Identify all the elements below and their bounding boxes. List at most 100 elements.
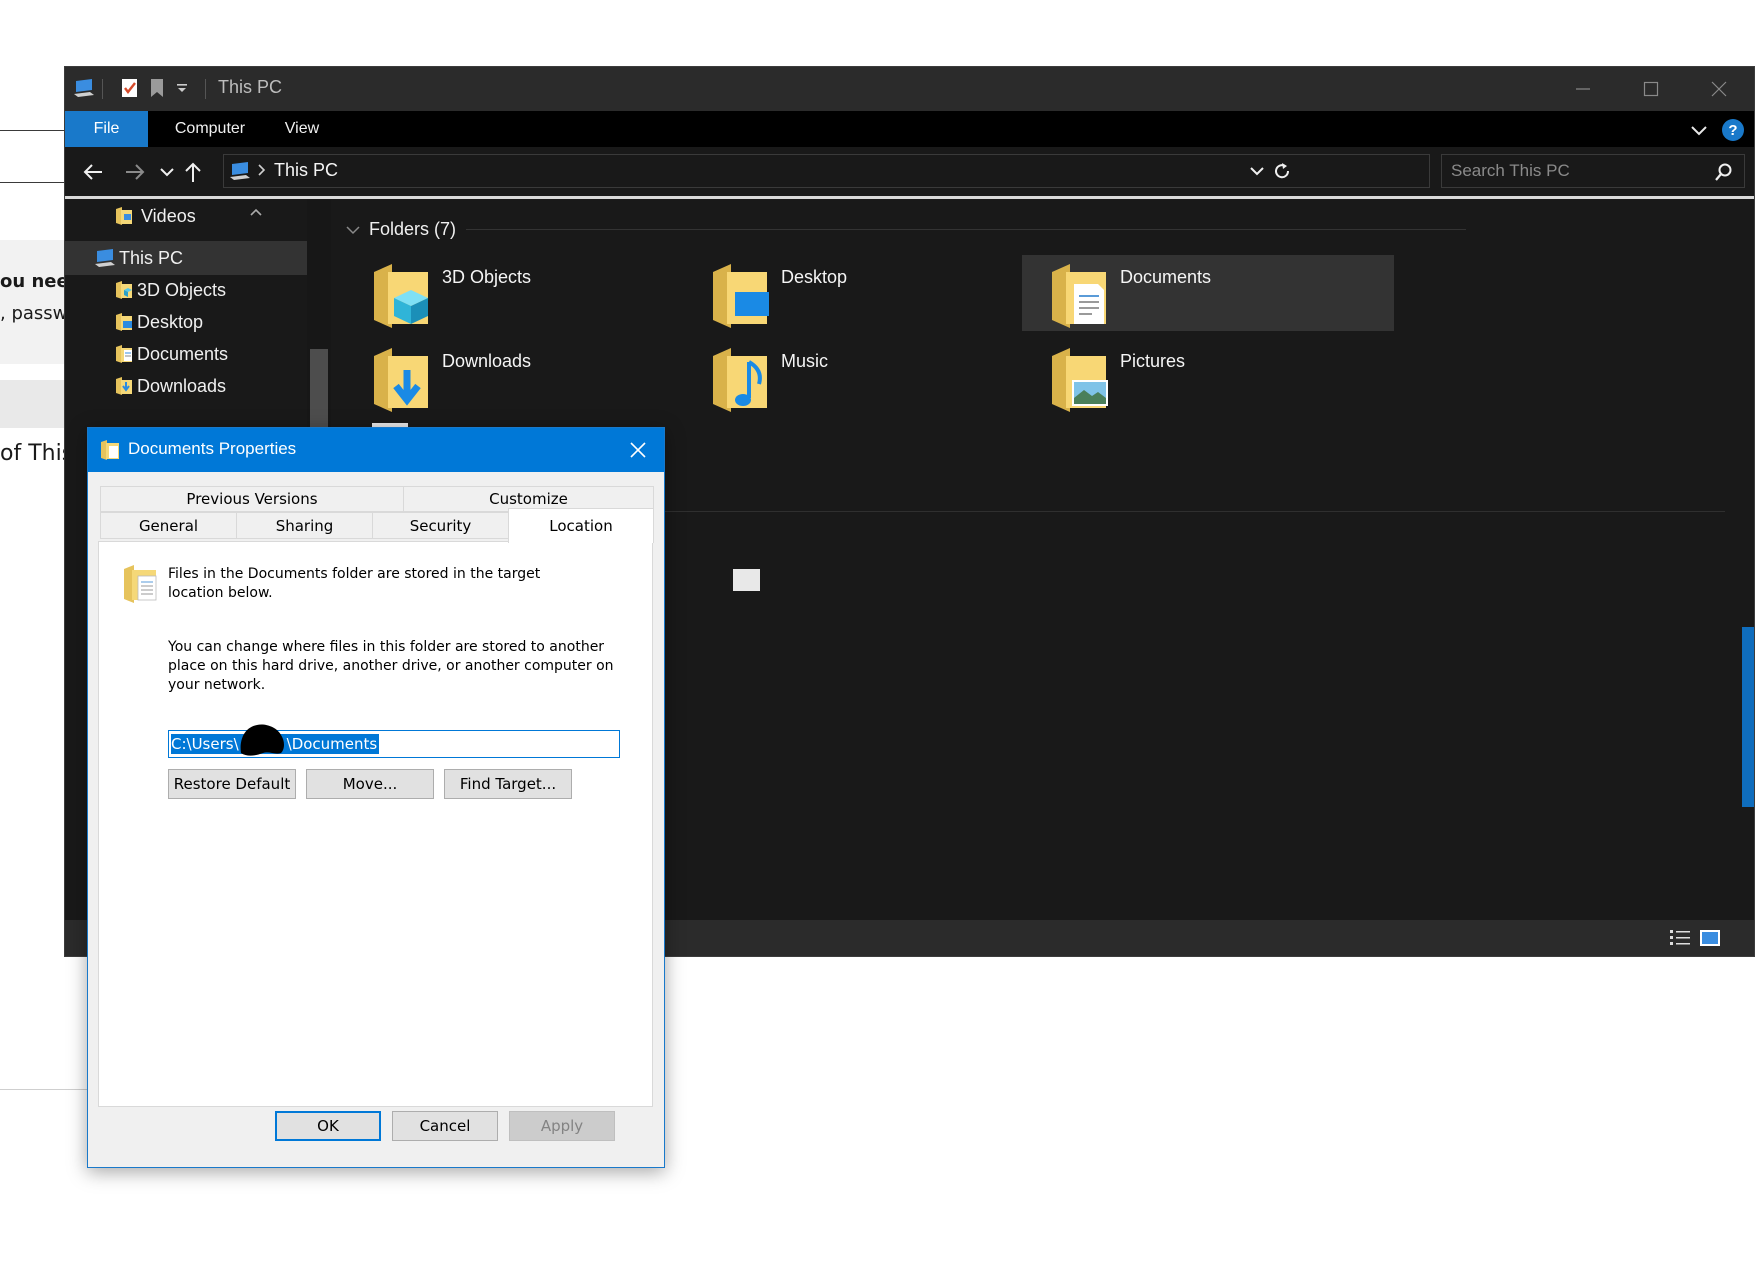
sidebar-item-videos[interactable]: Videos [65, 199, 323, 233]
tab-file[interactable]: File [65, 111, 148, 147]
sidebar-item-3d-objects[interactable]: 3D Objects [65, 273, 323, 307]
customize-toolbar-icon[interactable] [169, 75, 195, 101]
large-icons-view-button[interactable] [1699, 928, 1721, 953]
ribbon: File Computer View ? [65, 111, 1754, 147]
up-button[interactable] [179, 159, 207, 185]
find-target-button[interactable]: Find Target... [444, 769, 572, 799]
help-button[interactable]: ? [1721, 118, 1745, 142]
tab-view[interactable]: View [270, 111, 334, 147]
breadcrumb-separator-icon[interactable] [257, 162, 267, 183]
desktop-folder-icon [115, 312, 133, 332]
videos-folder-icon [115, 206, 133, 226]
details-view-button[interactable] [1669, 928, 1691, 953]
separator [205, 79, 206, 99]
redaction-mark [237, 721, 287, 757]
documents-properties-dialog: Documents Properties Previous Versions C… [87, 427, 665, 1168]
folder-tile-desktop[interactable]: Desktop [683, 255, 1055, 331]
recent-locations-button[interactable] [153, 159, 181, 185]
folder-tile-pictures[interactable]: Pictures [1022, 339, 1394, 415]
folder-tile-music[interactable]: Music [683, 339, 1055, 415]
search-icon[interactable] [1714, 162, 1734, 187]
downloads-folder-icon [372, 346, 434, 414]
expand-ribbon-button[interactable] [1689, 120, 1709, 140]
info-line: Files in the Documents folder are stored… [168, 566, 541, 582]
target-path-input[interactable]: C:\Users\ \Documents [168, 724, 620, 758]
breadcrumb[interactable]: This PC [274, 160, 338, 181]
svg-text:?: ? [1728, 122, 1737, 139]
arrow-up-icon [185, 162, 201, 182]
restore-default-button[interactable]: Restore Default [168, 769, 296, 799]
location-info-text: Files in the Documents folder are stored… [168, 565, 540, 603]
dialog-close-button[interactable] [628, 440, 648, 460]
address-dropdown-button[interactable] [1249, 163, 1265, 184]
folder-label: Music [781, 351, 829, 371]
details-view-icon [1670, 930, 1690, 945]
location-panel: Files in the Documents folder are stored… [98, 541, 653, 1107]
dialog-title: Documents Properties [128, 439, 297, 458]
forward-button[interactable] [121, 159, 149, 185]
chevron-down-icon [160, 168, 174, 177]
path-suffix: \Documents [286, 735, 378, 753]
sidebar-item-this-pc[interactable]: This PC [65, 241, 307, 275]
change-line: place on this hard drive, another drive,… [168, 658, 614, 674]
documents-folder-icon [1050, 262, 1112, 330]
folder-label: Desktop [781, 267, 848, 287]
chevron-down-icon [346, 225, 360, 234]
chevron-up-icon [250, 208, 262, 216]
minimize-button[interactable] [1549, 67, 1617, 111]
folder-label: Pictures [1120, 351, 1186, 371]
folder-tile-downloads[interactable]: Downloads [344, 339, 716, 415]
desktop-folder-icon [711, 262, 773, 330]
tab-location[interactable]: Location [508, 508, 654, 543]
properties-icon[interactable] [117, 75, 143, 101]
arrow-right-icon [126, 164, 145, 180]
tab-previous-versions[interactable]: Previous Versions [100, 486, 404, 512]
maximize-button[interactable] [1617, 67, 1685, 111]
move-button[interactable]: Move... [306, 769, 434, 799]
tab-sharing[interactable]: Sharing [236, 512, 373, 539]
sidebar-item-documents[interactable]: Documents [65, 337, 323, 371]
sidebar-item-downloads[interactable]: Downloads [65, 369, 323, 403]
sidebar-item-label: Desktop [137, 311, 204, 332]
background-panel [0, 380, 65, 428]
tab-computer[interactable]: Computer [160, 111, 260, 147]
search-box[interactable]: Search This PC [1441, 154, 1745, 188]
sidebar-item-label: Videos [141, 205, 196, 226]
content-scrollbar-thumb[interactable] [1742, 627, 1754, 807]
cancel-button[interactable]: Cancel [392, 1111, 498, 1141]
refresh-button[interactable] [1272, 161, 1292, 186]
folders-section-header[interactable]: Folders (7) [345, 219, 1467, 240]
new-folder-icon[interactable] [144, 75, 170, 101]
this-pc-icon[interactable] [72, 75, 98, 101]
sidebar-item-desktop[interactable]: Desktop [65, 305, 323, 339]
close-icon [1711, 81, 1727, 97]
search-input[interactable]: Search This PC [1451, 161, 1570, 181]
address-field[interactable]: This PC [223, 154, 1430, 188]
music-folder-icon [711, 346, 773, 414]
chevron-down-icon [1691, 126, 1707, 136]
separator [102, 79, 103, 99]
scroll-up-button[interactable] [249, 205, 263, 223]
background-panel [0, 240, 65, 364]
this-pc-icon [93, 247, 117, 269]
3d-objects-folder-icon [372, 262, 434, 330]
3d-objects-folder-icon [115, 280, 133, 300]
sidebar-item-label: Documents [137, 343, 229, 364]
arrow-left-icon [83, 164, 102, 180]
folder-tile-documents[interactable]: Documents [1022, 255, 1394, 331]
close-button[interactable] [1685, 67, 1753, 111]
back-button[interactable] [79, 159, 107, 185]
title-bar: This PC [65, 67, 1754, 111]
tab-security[interactable]: Security [372, 512, 509, 539]
documents-folder-icon [100, 439, 120, 461]
help-icon: ? [1722, 119, 1744, 141]
documents-folder-icon [123, 564, 159, 604]
pictures-folder-icon [1050, 346, 1112, 414]
folder-label: Downloads [442, 351, 532, 371]
apply-button[interactable]: Apply [509, 1111, 615, 1141]
maximize-icon [1643, 81, 1659, 97]
ok-button[interactable]: OK [275, 1111, 381, 1141]
tab-general[interactable]: General [100, 512, 237, 539]
downloads-folder-icon [115, 376, 133, 396]
folder-tile-3d-objects[interactable]: 3D Objects [344, 255, 716, 331]
